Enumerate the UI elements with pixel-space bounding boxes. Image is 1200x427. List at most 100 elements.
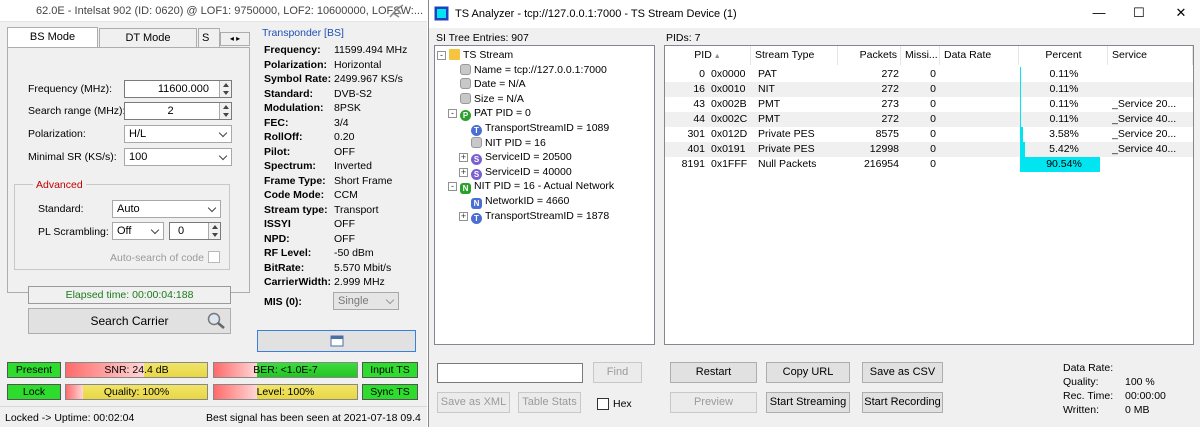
cell-percent: 5.42% — [1049, 143, 1079, 155]
minimal-sr-value: 100 — [129, 151, 148, 163]
cell-packets: 272 — [881, 68, 899, 80]
table-row[interactable]: 44 0x002C PMT 272 0 _Service 40... 0.11% — [665, 112, 1193, 127]
table-row[interactable]: 301 0x012D Private PES 8575 0 _Service 20... 3… — [665, 127, 1193, 142]
input-ts-indicator: Input TS — [362, 362, 418, 378]
tree-node[interactable]: NIT PID = 16 — [471, 136, 546, 150]
quality-fill — [66, 385, 83, 399]
tree-node[interactable]: N NIT PID = 16 - Actual Network — [460, 179, 614, 195]
pl-scrambling-select[interactable]: Off — [112, 222, 164, 240]
hex-checkbox[interactable] — [597, 398, 609, 410]
transponder-value: Inverted — [334, 160, 372, 172]
close-button[interactable]: ✕ — [1171, 4, 1191, 22]
node-type-icon: S — [471, 154, 482, 166]
save-as-xml-button[interactable]: Save as XML — [437, 392, 510, 413]
recording-stats: Data Rate: Quality: 100 % Rec. Time: 00:… — [1063, 362, 1193, 422]
autosearch-checkbox[interactable] — [208, 251, 220, 263]
search-range-spinner[interactable] — [219, 103, 231, 119]
cell-hex: 0x012D — [711, 128, 748, 140]
tree-node[interactable]: T TransportStreamID = 1878 — [471, 209, 609, 224]
table-stats-button[interactable]: Table Stats — [518, 392, 581, 413]
mis-select[interactable]: Single — [333, 292, 399, 310]
copy-url-button[interactable]: Copy URL — [766, 362, 850, 383]
chevron-down-icon — [385, 295, 395, 305]
hex-label: Hex — [613, 398, 632, 410]
mis-label: MIS (0): — [264, 296, 302, 308]
table-row[interactable]: 401 0x0191 Private PES 12998 0 _Service 40...… — [665, 142, 1193, 157]
table-row[interactable]: 43 0x002B PMT 273 0 _Service 20... 0.11% — [665, 97, 1193, 112]
tree-expander[interactable]: + — [459, 167, 468, 177]
tree-node[interactable]: S ServiceID = 20500 — [471, 150, 572, 166]
standard-value: Auto — [117, 203, 140, 215]
tree-expander[interactable]: - — [448, 182, 457, 192]
cell-percent: 0.11% — [1049, 113, 1079, 125]
column-header-pid[interactable]: PID ▲ — [665, 46, 751, 65]
column-header-packets[interactable]: Packets — [839, 46, 901, 65]
table-row[interactable]: 8191 0x1FFF Null Packets 216954 0 90.54% — [665, 157, 1193, 172]
tab-bs-mode[interactable]: BS Mode — [7, 27, 98, 49]
node-type-icon — [460, 63, 471, 75]
tree-node-label: TransportStreamID = 1089 — [485, 122, 610, 134]
cell-missing: 0 — [930, 68, 936, 80]
pid-table[interactable]: PID ▲ Stream Type Packets Missi... Data Rate… — [664, 45, 1194, 345]
cell-pid: 43 — [693, 98, 705, 110]
tree-expander[interactable]: - — [437, 51, 446, 60]
transponder-value: Horizontal — [334, 58, 382, 71]
tab-s[interactable]: S — [198, 28, 220, 48]
tree-node[interactable]: TS Stream — [449, 48, 513, 62]
snr-meter: SNR: 24.4 dB — [65, 362, 208, 378]
search-carrier-button[interactable]: Search Carrier — [28, 308, 231, 334]
pl-code-spinner[interactable] — [208, 223, 220, 239]
tree-node[interactable]: Size = N/A — [460, 92, 524, 106]
frequency-spinner[interactable] — [219, 81, 231, 97]
magnifier-icon — [207, 312, 225, 329]
pl-code-input[interactable]: 0 — [169, 222, 221, 240]
quality-label: Quality: — [1063, 376, 1099, 388]
column-header-missing[interactable]: Missi... — [902, 46, 940, 65]
folder-icon — [449, 49, 460, 60]
cell-packets: 272 — [881, 83, 899, 95]
tree-node[interactable]: S ServiceID = 40000 — [471, 165, 572, 180]
tree-node[interactable]: N NetworkID = 4660 — [471, 194, 569, 209]
table-row[interactable]: 16 0x0010 NIT 272 0 0.11% — [665, 82, 1193, 97]
standard-select[interactable]: Auto — [112, 200, 221, 218]
cell-type: Null Packets — [758, 158, 817, 170]
save-as-csv-button[interactable]: Save as CSV — [862, 362, 943, 383]
find-button[interactable]: Find — [593, 362, 642, 383]
start-recording-button[interactable]: Start Recording — [862, 392, 943, 413]
tree-expander[interactable]: - — [448, 109, 457, 119]
frequency-input[interactable]: 11600.000 — [124, 80, 232, 98]
transponder-value: DVB-S2 — [334, 87, 372, 100]
search-range-input[interactable]: 2 — [124, 102, 232, 120]
rec-time-label: Rec. Time: — [1063, 390, 1114, 402]
transponder-value: OFF — [334, 145, 355, 158]
window-icon — [330, 335, 343, 347]
panel-toggle-button[interactable] — [257, 330, 416, 352]
polarization-select[interactable]: H/L — [124, 125, 232, 143]
preview-button[interactable]: Preview — [670, 392, 757, 413]
column-header-percent[interactable]: Percent — [1020, 46, 1108, 65]
maximize-button[interactable]: ☐ — [1129, 4, 1149, 22]
tree-node[interactable]: P PAT PID = 0 — [460, 106, 531, 122]
minimize-button[interactable]: — — [1089, 4, 1109, 22]
restart-button[interactable]: Restart — [670, 362, 757, 383]
transponder-key: CarrierWidth: — [264, 276, 331, 288]
standard-label: Standard: — [38, 203, 84, 215]
si-tree[interactable]: - TS Stream Name = tcp://127.0.0.1:7000 Dat… — [434, 45, 655, 345]
tree-node[interactable]: Date = N/A — [460, 77, 526, 91]
minimal-sr-select[interactable]: 100 — [124, 148, 232, 166]
column-header-stream-type[interactable]: Stream Type — [752, 46, 838, 65]
tree-node[interactable]: T TransportStreamID = 1089 — [471, 121, 610, 136]
column-header-data-rate[interactable]: Data Rate — [941, 46, 1019, 65]
tree-node[interactable]: Name = tcp://127.0.0.1:7000 — [460, 63, 607, 77]
table-row[interactable]: 0 0x0000 PAT 272 0 0.11% — [665, 67, 1193, 82]
tab-scroll-arrows[interactable]: ◂ ▸ — [220, 32, 250, 46]
tree-node-label: Size = N/A — [474, 92, 524, 105]
sync-ts-indicator: Sync TS — [362, 384, 418, 400]
cell-percent: 0.11% — [1049, 83, 1079, 95]
find-input[interactable] — [437, 363, 583, 383]
column-header-service[interactable]: Service — [1109, 46, 1193, 65]
start-streaming-button[interactable]: Start Streaming — [766, 392, 850, 413]
tab-dt-mode[interactable]: DT Mode — [99, 28, 197, 48]
tree-expander[interactable]: + — [459, 211, 468, 221]
tree-expander[interactable]: + — [459, 153, 468, 163]
